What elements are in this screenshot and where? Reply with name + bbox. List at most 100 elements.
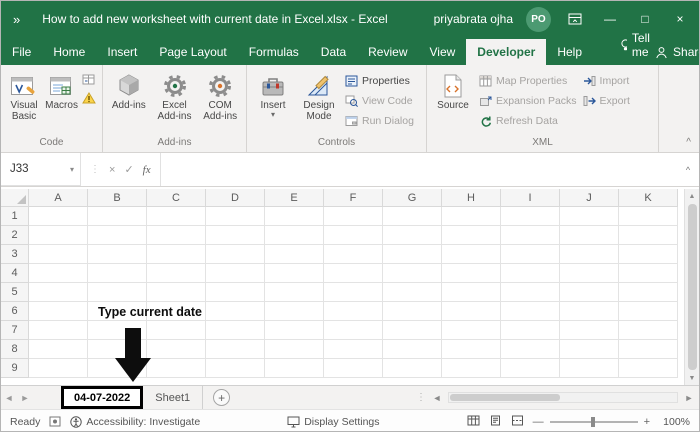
view-code-button[interactable]: View Code <box>345 93 414 109</box>
cell-H2[interactable] <box>442 226 501 245</box>
minimize-button[interactable]: — <box>599 7 621 31</box>
cell-K7[interactable] <box>619 321 678 340</box>
cell-G8[interactable] <box>383 340 442 359</box>
cell-J4[interactable] <box>560 264 619 283</box>
cell-I8[interactable] <box>501 340 560 359</box>
cell-F4[interactable] <box>324 264 383 283</box>
tab-data[interactable]: Data <box>310 39 357 65</box>
refresh-data-button[interactable]: Refresh Data <box>479 113 577 129</box>
group-label-code[interactable]: Code <box>1 136 102 152</box>
tab-home[interactable]: Home <box>42 39 96 65</box>
add-ins-button[interactable]: Add-ins <box>106 68 152 111</box>
zoom-slider-thumb[interactable] <box>590 416 595 427</box>
insert-control-button[interactable]: Insert ▾ <box>250 68 296 119</box>
vertical-scroll-thumb[interactable] <box>687 204 697 370</box>
zoom-percentage[interactable]: 100% <box>656 416 690 428</box>
row-header-6[interactable]: 6 <box>1 302 29 321</box>
cell-C4[interactable] <box>147 264 206 283</box>
cell-B3[interactable] <box>88 245 147 264</box>
cell-D1[interactable] <box>206 207 265 226</box>
cell-I5[interactable] <box>501 283 560 302</box>
cell-C5[interactable] <box>147 283 206 302</box>
column-header-A[interactable]: A <box>29 189 88 207</box>
user-name[interactable]: priyabrata ojha <box>434 12 513 26</box>
cell-A5[interactable] <box>29 283 88 302</box>
cell-A1[interactable] <box>29 207 88 226</box>
name-box[interactable]: J33 ▾ <box>1 153 81 186</box>
cell-H4[interactable] <box>442 264 501 283</box>
group-label-addins[interactable]: Add-ins <box>103 136 246 152</box>
tab-developer[interactable]: Developer <box>466 39 547 65</box>
cell-D5[interactable] <box>206 283 265 302</box>
next-sheet-arrow[interactable]: ► <box>17 393 33 403</box>
scrollbar-resize-handle[interactable]: ⋮ <box>416 392 426 403</box>
cell-K1[interactable] <box>619 207 678 226</box>
collapse-ribbon-button[interactable]: ^ <box>686 137 691 148</box>
cell-H8[interactable] <box>442 340 501 359</box>
tab-help[interactable]: Help <box>546 39 593 65</box>
cell-G4[interactable] <box>383 264 442 283</box>
cell-F6[interactable] <box>324 302 383 321</box>
tab-review[interactable]: Review <box>357 39 418 65</box>
tab-page-layout[interactable]: Page Layout <box>148 39 237 65</box>
cell-K6[interactable] <box>619 302 678 321</box>
cell-G1[interactable] <box>383 207 442 226</box>
cell-K5[interactable] <box>619 283 678 302</box>
cell-J8[interactable] <box>560 340 619 359</box>
cell-J1[interactable] <box>560 207 619 226</box>
formula-input[interactable] <box>161 153 677 186</box>
cell-C1[interactable] <box>147 207 206 226</box>
cell-J7[interactable] <box>560 321 619 340</box>
tab-file[interactable]: File <box>1 39 42 65</box>
column-header-K[interactable]: K <box>619 189 678 207</box>
scroll-right-arrow[interactable]: ► <box>682 393 696 403</box>
group-label-xml[interactable]: XML <box>427 136 658 152</box>
expand-formula-bar-button[interactable]: ^ <box>677 153 699 186</box>
zoom-in-button[interactable]: + <box>644 416 650 428</box>
cell-I2[interactable] <box>501 226 560 245</box>
com-add-ins-button[interactable]: COM Add-ins <box>197 68 243 122</box>
source-button[interactable]: Source <box>430 68 476 111</box>
cell-J6[interactable] <box>560 302 619 321</box>
cell-A2[interactable] <box>29 226 88 245</box>
cell-B5[interactable] <box>88 283 147 302</box>
previous-sheet-arrow[interactable]: ◄ <box>1 393 17 403</box>
cell-E3[interactable] <box>265 245 324 264</box>
select-all-corner[interactable] <box>1 189 29 207</box>
display-settings-button[interactable]: Display Settings <box>287 416 380 428</box>
cell-H9[interactable] <box>442 359 501 378</box>
cell-J2[interactable] <box>560 226 619 245</box>
cell-F5[interactable] <box>324 283 383 302</box>
maximize-button[interactable]: □ <box>634 7 656 31</box>
row-header-1[interactable]: 1 <box>1 207 29 226</box>
sheet-tab-04-07-2022[interactable]: 04-07-2022 <box>61 386 144 409</box>
row-header-3[interactable]: 3 <box>1 245 29 264</box>
cell-D9[interactable] <box>206 359 265 378</box>
horizontal-scroll-thumb[interactable] <box>450 394 560 401</box>
cell-A6[interactable] <box>29 302 88 321</box>
export-button[interactable]: Export <box>583 93 630 109</box>
cell-I1[interactable] <box>501 207 560 226</box>
design-mode-button[interactable]: Design Mode <box>296 68 342 122</box>
cell-D6[interactable] <box>206 302 265 321</box>
cell-C2[interactable] <box>147 226 206 245</box>
cell-H7[interactable] <box>442 321 501 340</box>
ribbon-display-options-button[interactable] <box>564 7 586 31</box>
formula-bar-handle[interactable]: ⋮ <box>90 164 100 175</box>
run-dialog-button[interactable]: Run Dialog <box>345 113 414 129</box>
column-header-B[interactable]: B <box>88 189 147 207</box>
page-break-preview-button[interactable] <box>511 415 524 429</box>
cell-K8[interactable] <box>619 340 678 359</box>
vertical-scrollbar[interactable]: ▲ ▼ <box>684 189 699 385</box>
column-header-C[interactable]: C <box>147 189 206 207</box>
cell-H1[interactable] <box>442 207 501 226</box>
close-button[interactable]: × <box>669 7 691 31</box>
cell-F7[interactable] <box>324 321 383 340</box>
cell-G5[interactable] <box>383 283 442 302</box>
cell-G2[interactable] <box>383 226 442 245</box>
horizontal-scroll-track[interactable] <box>448 392 678 403</box>
column-header-E[interactable]: E <box>265 189 324 207</box>
scroll-up-arrow[interactable]: ▲ <box>689 189 696 203</box>
cell-F8[interactable] <box>324 340 383 359</box>
cell-A4[interactable] <box>29 264 88 283</box>
